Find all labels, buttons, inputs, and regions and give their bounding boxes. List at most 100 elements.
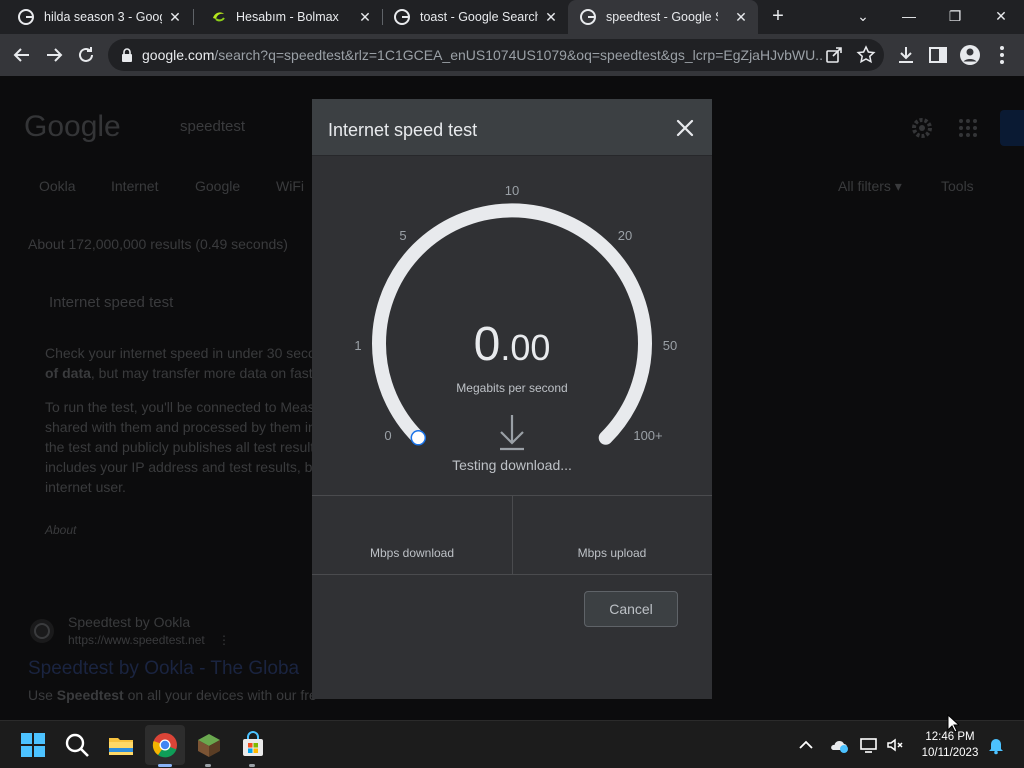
tab-strip: hilda season 3 - Google Search ✕ Hesabım… [0, 0, 1024, 34]
desc-line: internet user. [45, 479, 126, 495]
url-path: /search?q=speedtest&rlz=1C1GCEA_enUS1074… [214, 47, 822, 63]
microsoft-store-icon[interactable] [239, 731, 267, 759]
download-arrow-icon [500, 415, 524, 451]
tab-close-icon[interactable]: ✕ [166, 8, 184, 26]
gauge-tick-50: 50 [663, 338, 677, 353]
speed-results-panel: Mbps download Mbps upload [312, 495, 712, 575]
bolmax-icon [213, 12, 225, 22]
tools-button[interactable]: Tools [941, 178, 974, 194]
tab-title: toast - Google Search [420, 10, 538, 24]
ookla-site-icon [30, 619, 54, 643]
speed-integer: 0 [474, 318, 501, 371]
close-icon[interactable] [672, 115, 698, 141]
gauge-tick-0: 0 [384, 428, 391, 443]
mouse-cursor-icon [947, 714, 959, 732]
desc-rest: , but may transfer more data on fast [90, 365, 313, 381]
chrome-running-indicator [158, 764, 172, 767]
file-explorer-icon[interactable] [107, 731, 135, 759]
download-label: Mbps download [369, 546, 455, 560]
download-icon[interactable] [894, 43, 918, 67]
tab-title: Hesabım - Bolmax [236, 10, 339, 24]
close-window-button[interactable]: ✕ [986, 4, 1016, 28]
desc-line: shared with them and processed by them i… [45, 419, 316, 435]
sign-in-button[interactable] [1000, 110, 1024, 146]
url-text[interactable]: google.com/search?q=speedtest&rlz=1C1GCE… [142, 47, 822, 63]
filter-chip[interactable]: Internet [111, 178, 158, 194]
menu-kebab-icon[interactable] [990, 43, 1014, 67]
about-link[interactable]: About [45, 523, 76, 537]
network-icon[interactable] [859, 735, 879, 755]
filter-chip[interactable]: WiFi [276, 178, 304, 194]
desc-line: of data, but may transfer more data on f… [45, 365, 313, 381]
notification-bell-icon[interactable] [986, 735, 1006, 755]
reload-icon[interactable] [74, 43, 98, 67]
tab-toast[interactable]: toast - Google Search ✕ [376, 0, 568, 34]
forward-arrow-icon[interactable] [42, 43, 66, 67]
result-more-icon[interactable]: ⋮ [218, 633, 230, 647]
gauge-tick-20: 20 [618, 228, 632, 243]
snippet-bold: Speedtest [56, 687, 124, 703]
gauge-tick-10: 10 [505, 183, 519, 198]
back-arrow-icon[interactable] [10, 43, 34, 67]
profile-avatar-icon[interactable] [958, 43, 982, 67]
tab-close-icon[interactable]: ✕ [542, 8, 560, 26]
google-g-icon [580, 9, 596, 25]
volume-muted-icon[interactable] [885, 735, 905, 755]
taskbar-clock[interactable]: 12:46 PM 10/11/2023 [914, 729, 986, 761]
cancel-button[interactable]: Cancel [584, 591, 678, 627]
tab-bolmax[interactable]: Hesabım - Bolmax ✕ [192, 0, 382, 34]
show-hidden-icons-chevron-icon[interactable] [796, 735, 816, 755]
speedtest-dialog: Internet speed test 0 1 5 10 20 50 100+ … [312, 99, 712, 699]
minecraft-running-indicator [205, 764, 211, 767]
address-bar[interactable]: google.com/search?q=speedtest&rlz=1C1GCE… [108, 39, 884, 71]
browser-toolbar: google.com/search?q=speedtest&rlz=1C1GCE… [0, 34, 1024, 76]
upload-label: Mbps upload [577, 546, 647, 560]
all-filters-label: All filters [838, 178, 891, 194]
onedrive-icon[interactable] [829, 735, 849, 755]
minecraft-icon[interactable] [195, 731, 223, 759]
tab-close-icon[interactable]: ✕ [356, 8, 374, 26]
settings-gear-icon[interactable] [910, 116, 934, 140]
bookmark-star-icon[interactable] [856, 45, 876, 65]
tab-hilda[interactable]: hilda season 3 - Google Search ✕ [0, 0, 192, 34]
dialog-title: Internet speed test [328, 120, 478, 140]
download-stat: Mbps download [312, 496, 512, 574]
clock-date: 10/11/2023 [921, 747, 979, 759]
search-query-text[interactable]: speedtest [180, 118, 245, 135]
desc-line: Check your internet speed in under 30 se… [45, 345, 316, 361]
filter-chip[interactable]: Google [195, 178, 240, 194]
windows-start-icon[interactable] [19, 731, 47, 759]
result-snippet: Use Speedtest on all your devices with o… [28, 687, 317, 703]
restore-button[interactable]: ❐ [940, 4, 970, 28]
tab-search-chevron-icon[interactable]: ⌄ [848, 4, 878, 28]
tab-speedtest[interactable]: speedtest - Google Search ✕ [568, 0, 758, 34]
chrome-icon[interactable] [151, 731, 179, 759]
google-g-icon [394, 9, 410, 25]
result-url: https://www.speedtest.net [68, 633, 205, 647]
gauge-tick-1: 1 [354, 338, 361, 353]
gauge-tick-100: 100+ [633, 428, 662, 443]
tab-close-icon[interactable]: ✕ [732, 8, 750, 26]
lock-icon[interactable] [120, 47, 134, 63]
dialog-header: Internet speed test [312, 99, 712, 156]
result-title-link[interactable]: Speedtest by Ookla - The Globa [28, 658, 299, 680]
speed-value: 0.00 [474, 318, 551, 371]
all-filters-button[interactable]: All filters ▾ [838, 178, 902, 195]
side-panel-icon[interactable] [926, 43, 950, 67]
upload-stat: Mbps upload [512, 496, 712, 574]
minimize-button[interactable]: — [894, 4, 924, 28]
desc-line: To run the test, you'll be connected to … [45, 399, 315, 415]
filter-chip[interactable]: Ookla [39, 178, 76, 194]
test-status: Testing download... [452, 457, 572, 473]
google-logo[interactable]: Google [24, 110, 121, 144]
new-tab-button[interactable]: + [767, 6, 789, 28]
card-title: Internet speed test [49, 294, 174, 311]
snippet-a: Use [28, 687, 57, 703]
search-icon[interactable] [63, 731, 91, 759]
share-icon[interactable] [824, 45, 844, 65]
results-stats: About 172,000,000 results (0.49 seconds) [28, 236, 288, 252]
desc-bold: of data [45, 365, 91, 381]
apps-grid-icon[interactable] [957, 117, 979, 139]
speed-decimal: .00 [500, 327, 550, 368]
windows-taskbar: 12:46 PM 10/11/2023 [0, 720, 1024, 768]
